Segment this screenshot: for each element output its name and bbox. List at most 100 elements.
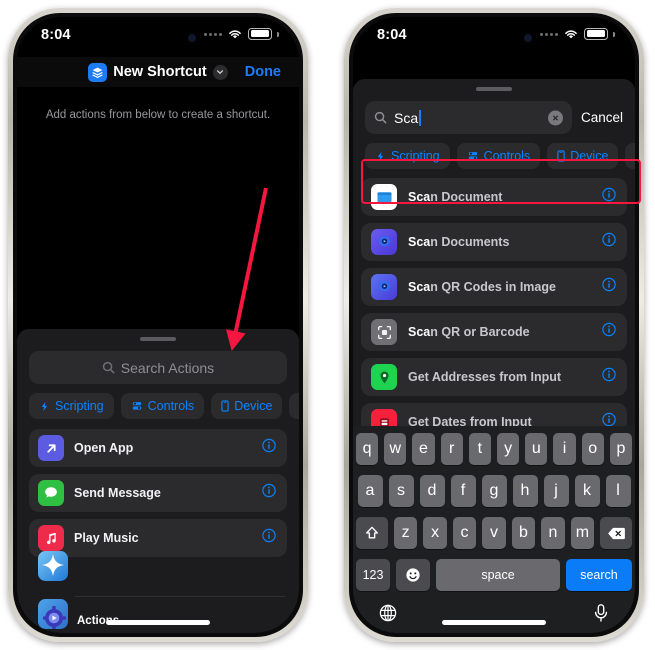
left-phone-frame: 8:04 New Shortcut Done Add actions from … [8, 8, 308, 642]
info-icon[interactable] [602, 277, 616, 297]
list-item[interactable]: Send Message [29, 474, 287, 512]
done-button[interactable]: Done [245, 64, 281, 80]
result-scan-documents[interactable]: Scan Documents [361, 223, 627, 261]
key-l[interactable]: l [605, 475, 631, 507]
info-icon[interactable] [602, 187, 616, 207]
info-icon[interactable] [602, 322, 616, 342]
search-icon [102, 361, 115, 374]
key-j[interactable]: j [543, 475, 569, 507]
device-icon [221, 400, 229, 412]
chip-device[interactable]: Device [547, 143, 619, 169]
info-icon[interactable] [262, 483, 276, 503]
shortcuts-app-icon [371, 274, 397, 300]
info-icon[interactable] [262, 438, 276, 458]
result-match: Sca [408, 280, 431, 294]
key-e[interactable]: e [412, 433, 435, 465]
wifi-icon [229, 30, 242, 39]
key-w[interactable]: w [384, 433, 407, 465]
sheet-grabber[interactable] [476, 87, 512, 91]
left-phone-bezel: 8:04 New Shortcut Done Add actions from … [13, 13, 303, 637]
cancel-button[interactable]: Cancel [581, 110, 623, 125]
key-s[interactable]: s [388, 475, 414, 507]
category-chip-row[interactable]: Scripting Controls Device [365, 143, 635, 169]
dynamic-island [111, 25, 205, 51]
key-y[interactable]: y [497, 433, 520, 465]
keyboard-row-3: z x c v b n m [356, 517, 632, 549]
search-sheet: Sca Cancel Scripting Controls Device Sca… [353, 79, 635, 633]
key-t[interactable]: t [468, 433, 491, 465]
chip-sharing[interactable] [625, 143, 635, 169]
scripting-icon [41, 401, 48, 411]
key-k[interactable]: k [574, 475, 600, 507]
backspace-icon[interactable] [600, 517, 632, 549]
emoji-icon[interactable] [396, 559, 430, 591]
chevron-down-icon[interactable] [212, 64, 228, 80]
info-icon[interactable] [602, 367, 616, 387]
key-p[interactable]: p [609, 433, 633, 465]
chip-scripting[interactable]: Scripting [365, 143, 450, 169]
globe-icon[interactable] [378, 603, 398, 628]
chip-sharing[interactable] [289, 393, 299, 419]
category-chip-row[interactable]: Scripting Controls Device [29, 393, 299, 419]
search-actions-input[interactable]: Search Actions [29, 351, 287, 384]
on-screen-keyboard[interactable]: q w e r t y u i o p a s d f g h j k l z … [353, 426, 635, 633]
numbers-key[interactable]: 123 [356, 559, 390, 591]
sheet-grabber[interactable] [140, 337, 176, 341]
chip-device[interactable]: Device [211, 393, 283, 419]
media-settings-icon[interactable] [38, 599, 68, 630]
info-icon[interactable] [262, 528, 276, 548]
key-z[interactable]: z [393, 517, 418, 549]
result-match: Sca [408, 190, 431, 204]
key-i[interactable]: i [553, 433, 576, 465]
key-o[interactable]: o [581, 433, 604, 465]
key-a[interactable]: a [357, 475, 383, 507]
scripting-icon [377, 151, 384, 161]
home-indicator[interactable] [106, 620, 210, 625]
search-icon [374, 111, 387, 124]
key-f[interactable]: f [450, 475, 476, 507]
shortcut-title-group[interactable]: New Shortcut [88, 62, 228, 82]
search-key[interactable]: search [566, 559, 632, 591]
key-n[interactable]: n [541, 517, 565, 549]
key-r[interactable]: r [440, 433, 463, 465]
chip-controls[interactable]: Controls [456, 143, 541, 169]
chip-scripting[interactable]: Scripting [29, 393, 114, 419]
search-input[interactable]: Sca [365, 101, 572, 134]
info-icon[interactable] [602, 232, 616, 252]
key-u[interactable]: u [525, 433, 548, 465]
right-phone-frame: 8:04 Sca Cancel Scripting Controls Devic… [344, 8, 644, 642]
location-pin-icon [371, 364, 397, 390]
key-x[interactable]: x [423, 517, 447, 549]
battery-icon [584, 28, 609, 40]
result-get-addresses-from-input[interactable]: Get Addresses from Input [361, 358, 627, 396]
clear-text-icon[interactable] [547, 110, 563, 125]
key-v[interactable]: v [482, 517, 506, 549]
text-cursor [419, 109, 421, 126]
result-label: Scan Document [408, 190, 502, 204]
search-placeholder: Search Actions [120, 359, 215, 376]
key-h[interactable]: h [512, 475, 538, 507]
chip-label: Scripting [55, 399, 104, 413]
key-q[interactable]: q [355, 433, 379, 465]
key-c[interactable]: c [452, 517, 477, 549]
shortcuts-gallery-icon[interactable] [38, 551, 68, 581]
shift-icon[interactable] [356, 517, 388, 549]
result-match: Sca [408, 235, 431, 249]
key-m[interactable]: m [570, 517, 595, 549]
result-match: Sca [408, 325, 431, 339]
result-scan-qr-codes-in-image[interactable]: Scan QR Codes in Image [361, 268, 627, 306]
result-scan-document[interactable]: Scan Document [361, 178, 627, 216]
cellular-dots-icon [204, 32, 223, 36]
key-g[interactable]: g [481, 475, 507, 507]
list-item[interactable]: Open App [29, 429, 287, 467]
result-scan-qr-or-barcode[interactable]: Scan QR or Barcode [361, 313, 627, 351]
microphone-icon[interactable] [592, 603, 610, 628]
home-indicator[interactable] [442, 620, 546, 625]
space-key[interactable]: space [436, 559, 560, 591]
wifi-icon [565, 30, 578, 39]
key-d[interactable]: d [419, 475, 445, 507]
music-icon [38, 525, 64, 551]
left-phone-screen: 8:04 New Shortcut Done Add actions from … [17, 17, 299, 633]
chip-controls[interactable]: Controls [120, 393, 205, 419]
key-b[interactable]: b [511, 517, 536, 549]
